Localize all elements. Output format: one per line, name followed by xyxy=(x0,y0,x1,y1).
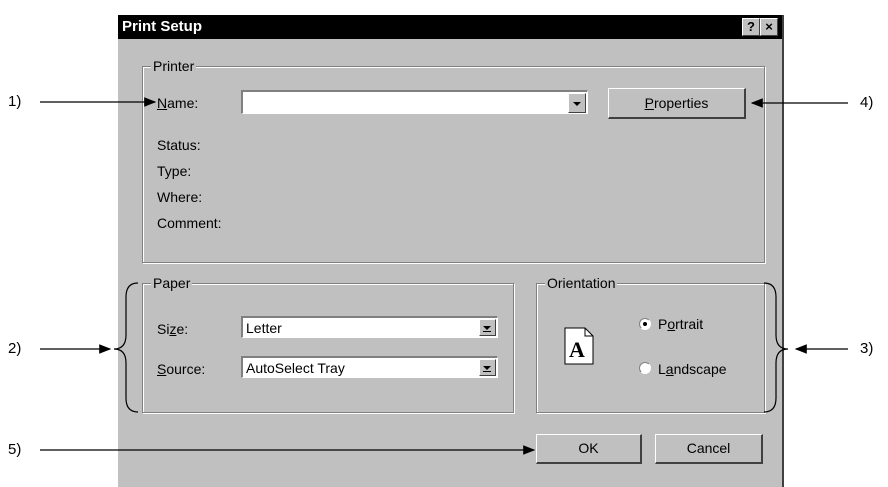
callout-overlay xyxy=(40,97,848,455)
callout-3-label: 3) xyxy=(860,340,874,357)
callout-3-brace xyxy=(763,282,789,413)
callout-2-brace xyxy=(113,282,139,413)
callout-5-label: 5) xyxy=(8,441,22,458)
callout-4-label: 4) xyxy=(860,94,874,111)
callout-1-label: 1) xyxy=(8,93,22,110)
callout-2-label: 2) xyxy=(8,340,22,357)
